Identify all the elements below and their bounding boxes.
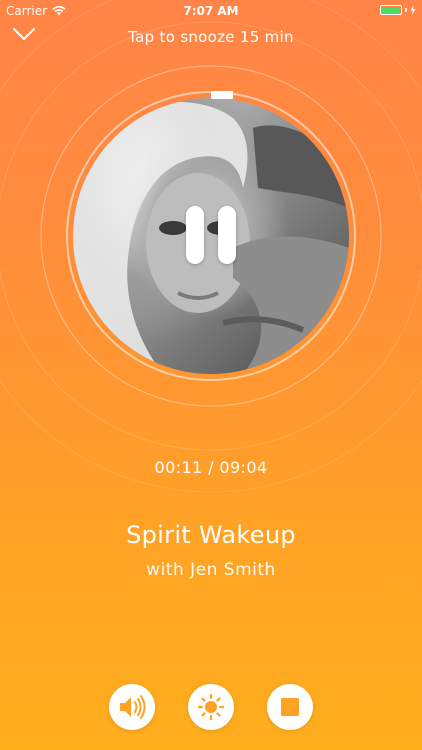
track-subtitle: with Jen Smith [146,560,276,580]
stop-icon [281,698,299,716]
bottom-controls [0,684,422,730]
sun-icon [197,693,225,721]
pause-icon [186,206,204,264]
progress-marker [211,91,233,99]
charging-icon [410,5,416,15]
stop-button[interactable] [267,684,313,730]
snooze-button[interactable]: Tap to snooze 15 min [0,28,422,46]
header: Tap to snooze 15 min [0,24,422,50]
track-title: Spirit Wakeup [126,521,296,549]
status-time: 7:07 AM [183,4,239,18]
pause-button[interactable] [186,206,236,264]
battery-icon [380,5,416,15]
brightness-button[interactable] [188,684,234,730]
status-bar: Carrier 7:07 AM [0,0,422,22]
volume-button[interactable] [109,684,155,730]
playback-time: 00:11 / 09:04 [154,458,268,477]
speaker-icon [120,695,146,719]
